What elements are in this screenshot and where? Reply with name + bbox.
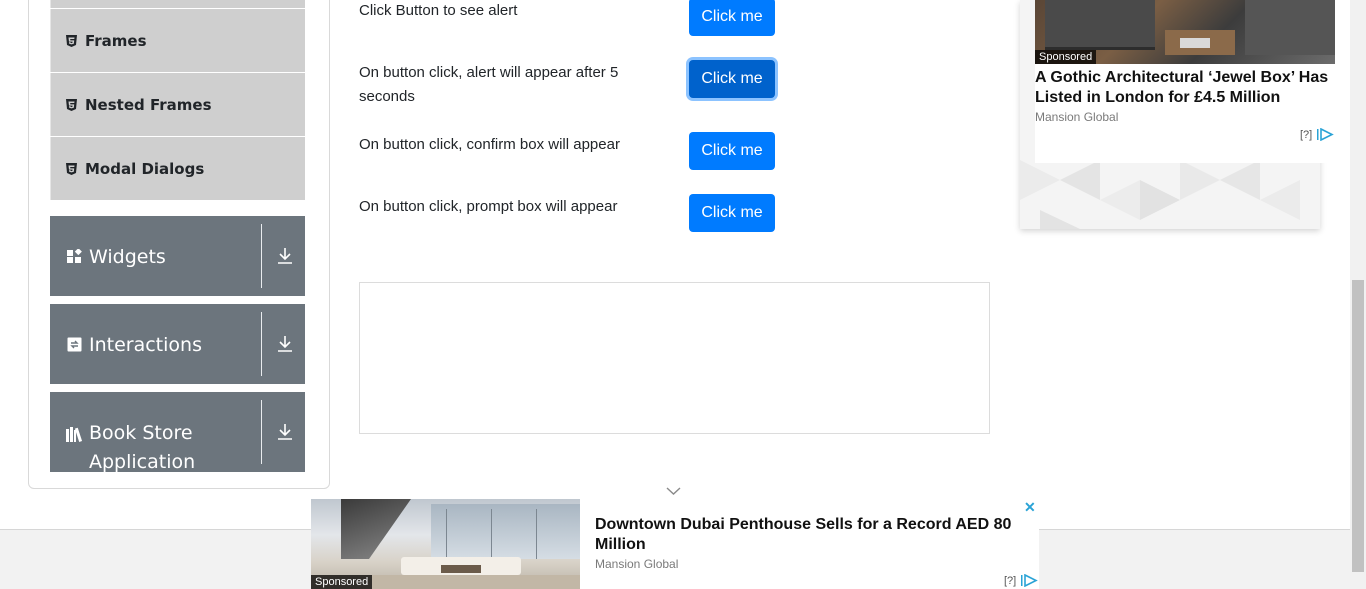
alert-row-text: Click Button to see alert (359, 2, 518, 19)
prompt-button[interactable]: Click me (689, 194, 775, 232)
interactions-icon (67, 337, 82, 352)
group-label: Book Store Application (89, 422, 196, 472)
download-arrow-icon[interactable] (277, 247, 293, 265)
timer-alert-row-text: On button click, alert will appear after… (359, 64, 619, 105)
sponsored-label: Sponsored (311, 575, 373, 589)
sponsored-label: Sponsored (1035, 50, 1097, 64)
ad-placeholder-box (359, 282, 990, 434)
group-header-interactions[interactable]: Interactions (50, 304, 305, 384)
group-label: Widgets (89, 246, 166, 268)
adchoices-icon[interactable] (1317, 128, 1334, 141)
chevron-down-icon[interactable] (666, 487, 681, 496)
divider (261, 224, 262, 288)
adchoices-icon[interactable] (1021, 574, 1038, 587)
widgets-icon (67, 249, 82, 263)
confirm-row-text: On button click, confirm box will appear (359, 136, 620, 153)
confirm-button[interactable]: Click me (689, 132, 775, 170)
timer-alert-button[interactable]: Click me (689, 60, 775, 98)
group-header-widgets[interactable]: Widgets (50, 216, 305, 296)
bottom-ad-title[interactable]: Downtown Dubai Penthouse Sells for a Rec… (595, 515, 1025, 555)
close-icon[interactable]: ✕ (1024, 499, 1036, 516)
sidebar-item-label: Nested Frames (85, 95, 212, 114)
right-ad-source[interactable]: Mansion Global (1035, 110, 1118, 124)
alert-button[interactable]: Click me (689, 0, 775, 36)
html5-icon (66, 34, 77, 47)
download-arrow-icon[interactable] (277, 335, 293, 353)
html5-icon (66, 162, 77, 175)
divider (261, 400, 262, 464)
download-arrow-icon[interactable] (277, 423, 293, 441)
html5-icon (66, 98, 77, 111)
group-header-book-store[interactable]: Book Store Application (50, 392, 305, 472)
sidebar-item-modal-dialogs[interactable]: Modal Dialogs (50, 137, 305, 200)
ad-help-link[interactable]: [?] (1300, 129, 1312, 141)
sidebar-item-nested-frames[interactable]: Nested Frames (50, 73, 305, 136)
sidebar-item-label: Modal Dialogs (85, 159, 205, 178)
ad-help-link[interactable]: [?] (1004, 575, 1016, 587)
scrollbar-thumb[interactable] (1352, 280, 1364, 572)
sidebar-item-frames[interactable]: Frames (50, 9, 305, 72)
group-label: Interactions (89, 334, 202, 356)
book-store-icon (66, 427, 83, 442)
bottom-ad-source[interactable]: Mansion Global (595, 557, 678, 571)
ad-background-pattern (1020, 160, 1300, 229)
sidebar-item-label: Frames (85, 31, 147, 50)
sidebar-item-previous[interactable] (50, 0, 305, 8)
prompt-row-text: On button click, prompt box will appear (359, 198, 618, 215)
divider (261, 312, 262, 376)
right-ad-title[interactable]: A Gothic Architectural ‘Jewel Box’ Has L… (1035, 68, 1333, 108)
